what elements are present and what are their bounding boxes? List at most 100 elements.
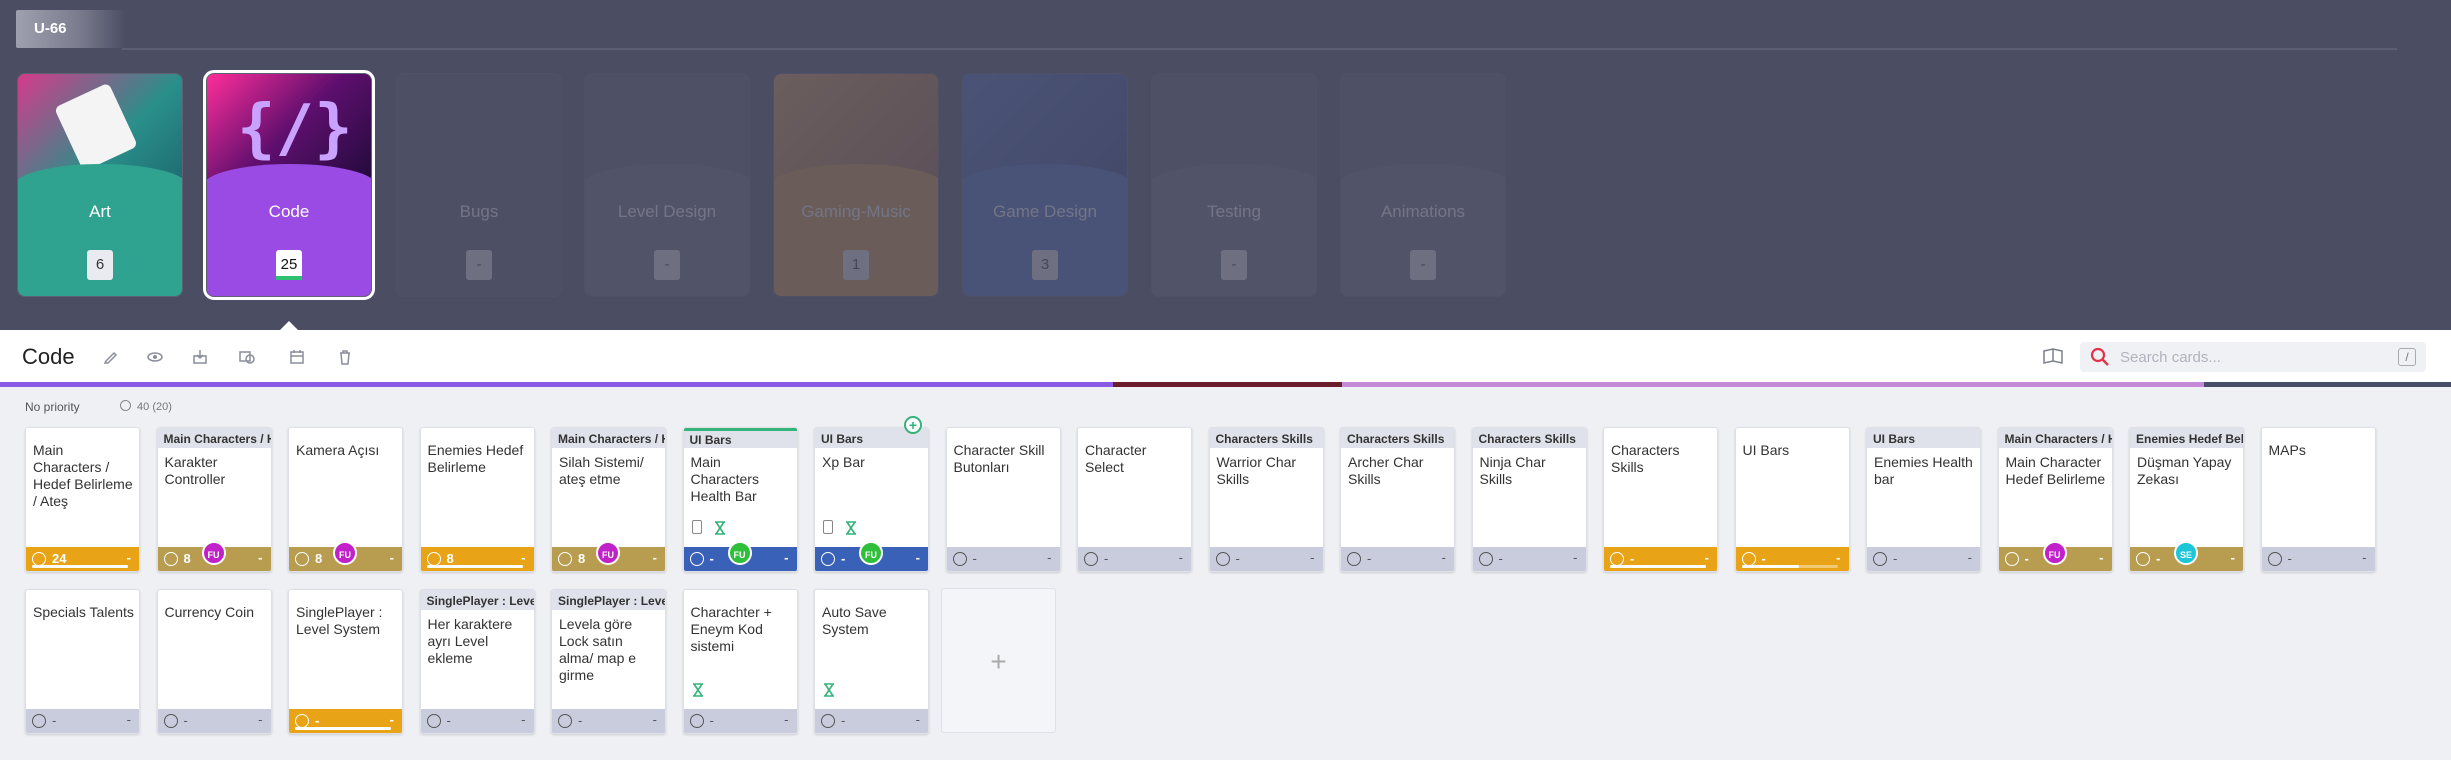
due-placeholder: - — [258, 550, 263, 565]
card[interactable]: Characters Skills Archer Char Skills - - — [1340, 427, 1455, 572]
card-footer: - - FU — [683, 541, 797, 571]
card-title: Currency Coin — [164, 604, 254, 620]
card-footer: 8 - FU — [289, 541, 402, 571]
card-footer: -- — [1604, 547, 1717, 571]
card-footer: -- — [946, 547, 1060, 571]
avatar[interactable]: FU — [596, 541, 620, 565]
card-footer: -- — [1209, 547, 1323, 571]
due-placeholder: - — [126, 550, 131, 565]
points-icon — [1347, 552, 1361, 566]
category-code[interactable]: {/} Code 25 — [203, 70, 375, 300]
category-game-design[interactable]: Game Design 3 — [962, 73, 1128, 297]
card-footer: 8 - FU — [552, 541, 665, 571]
avatar[interactable]: FU — [2042, 541, 2067, 565]
calendar-icon[interactable] — [288, 348, 306, 366]
card[interactable]: MAPs - - — [2260, 427, 2376, 572]
card-group-label: Main Characters / Hedef — [1998, 428, 2112, 448]
avatar[interactable]: SE — [2174, 541, 2198, 565]
points-icon — [1215, 552, 1230, 566]
avatar[interactable]: FU — [201, 541, 226, 565]
category-testing[interactable]: Testing - — [1151, 73, 1317, 297]
points-value: - — [1630, 551, 1635, 566]
card[interactable]: Characters Skills Ninja Char Skills - - — [1471, 427, 1587, 572]
edit-icon[interactable] — [102, 348, 120, 366]
archive-icon[interactable] — [191, 348, 209, 366]
points-icon — [295, 552, 309, 566]
card-footer: -- — [26, 709, 139, 733]
card[interactable]: Characters Skills - - — [1603, 427, 1718, 572]
points-icon — [689, 714, 704, 728]
category-art[interactable]: Art 6 — [17, 73, 183, 297]
card-title: Ninja Char Skills — [1479, 454, 1546, 487]
card-group-label: UI Bars — [683, 428, 797, 448]
board-tab-underline — [122, 48, 2397, 50]
card[interactable]: Main Characters / Hedef Karakter Controll… — [156, 427, 272, 572]
category-color-stripe — [0, 382, 2451, 387]
points-icon — [163, 714, 178, 728]
card[interactable]: Enemies Hedef Belirleme 8- — [419, 427, 535, 572]
card[interactable]: SinglePlayer : Level System Her karaktere… — [419, 589, 535, 734]
card-title: Xp Bar — [822, 454, 865, 470]
points-icon — [32, 552, 46, 566]
card[interactable]: Charachter + Eneym Kod sistemi - - — [682, 589, 798, 734]
points-icon — [2136, 552, 2150, 566]
card[interactable]: Main Characters / Hedef Silah Sistemi/ at… — [551, 427, 666, 572]
due-placeholder: - — [2362, 550, 2367, 565]
card[interactable]: Main Characters / Hedef Main Character He… — [1997, 427, 2113, 572]
card[interactable]: Characters Skills Warrior Char Skills - - — [1208, 427, 1324, 572]
points-icon — [558, 714, 572, 728]
card-footer: -- — [1078, 547, 1191, 571]
card-footer: -- — [815, 709, 928, 733]
card-group-label: Enemies Hedef Belirleme — [2130, 428, 2243, 448]
card[interactable]: Kamera Açısı 8 - FU — [288, 427, 403, 572]
avatar[interactable]: FU — [333, 541, 357, 565]
due-placeholder: - — [521, 550, 526, 565]
card[interactable]: Auto Save System - - — [814, 589, 929, 734]
category-count: - — [466, 250, 492, 280]
search-box[interactable]: / — [2080, 342, 2426, 372]
card-group-label: Characters Skills — [1341, 428, 1454, 448]
category-gaming-music[interactable]: Gaming-Music 1 — [773, 73, 939, 297]
card[interactable]: Main Characters / Hedef Belirleme / Ateş… — [25, 427, 140, 572]
board-tab[interactable]: U-66 — [16, 10, 126, 48]
card[interactable]: SinglePlayer : Level System - - — [288, 589, 403, 734]
shapes-icon[interactable] — [238, 348, 256, 366]
card[interactable]: Enemies Hedef Belirleme Düşman Yapay Zeka… — [2129, 427, 2244, 572]
eye-icon[interactable] — [146, 348, 164, 366]
avatar[interactable]: FU — [727, 541, 752, 565]
progress-bar — [426, 565, 523, 568]
points-value: - — [2287, 551, 2292, 566]
category-animations[interactable]: Animations - — [1340, 73, 1506, 297]
category-level-design[interactable]: Level Design - — [584, 73, 750, 297]
card-title: Archer Char Skills — [1348, 454, 1424, 487]
add-card-button[interactable]: + — [941, 588, 1056, 733]
card[interactable]: SinglePlayer : Level System Levela göre L… — [551, 589, 666, 734]
category-count: - — [654, 250, 680, 280]
points-value: - — [315, 713, 320, 728]
card[interactable]: UI Bars - - — [1734, 427, 1850, 572]
avatar[interactable]: FU — [859, 541, 883, 565]
points-value: - — [1498, 551, 1503, 566]
book-icon[interactable] — [2042, 346, 2064, 366]
category-bugs[interactable]: Bugs - — [396, 73, 562, 297]
points-icon — [163, 552, 178, 566]
card[interactable]: Currency Coin - - — [156, 589, 272, 734]
category-count: 3 — [1032, 250, 1058, 280]
due-placeholder: - — [521, 712, 526, 727]
due-placeholder: - — [1310, 550, 1315, 565]
card[interactable]: UI Bars Xp Bar - - FU — [814, 427, 929, 572]
card[interactable]: Character Skill Butonları - - — [945, 427, 1061, 572]
count-icon — [120, 400, 131, 411]
category-name: Level Design — [617, 202, 717, 221]
add-subcard-button[interactable]: + — [904, 416, 922, 434]
trash-icon[interactable] — [336, 348, 354, 366]
card[interactable]: UI Bars Enemies Health bar - - — [1866, 427, 1981, 572]
points-value: - — [1761, 551, 1766, 566]
card[interactable]: Character Select - - — [1077, 427, 1192, 572]
points-value: 8 — [446, 551, 454, 566]
points-value: 24 — [52, 551, 67, 566]
points-value: 8 — [183, 551, 191, 566]
card[interactable]: UI Bars Main Characters Health Bar - - FU — [682, 427, 798, 572]
search-input[interactable] — [2120, 346, 2390, 368]
card[interactable]: Specials Talents - - — [25, 589, 140, 734]
